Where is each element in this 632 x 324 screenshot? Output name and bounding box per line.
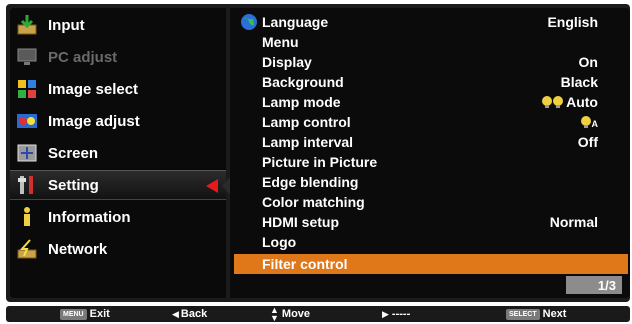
select-key-icon: SELECT <box>506 308 540 320</box>
image-select-icon <box>14 77 40 101</box>
lamp-control-value: A <box>580 115 598 129</box>
setting-row-color-matching[interactable]: Color matching <box>234 192 628 212</box>
setting-row-background[interactable]: Background Black <box>234 72 628 92</box>
lamp-icon <box>541 95 565 109</box>
hint-move: ▲ ▼ Move <box>270 305 311 323</box>
menu-key-icon: MENU <box>60 308 87 320</box>
up-down-arrow-icon: ▲ ▼ <box>270 305 279 323</box>
selected-arrow-icon <box>206 179 218 193</box>
hint-back: ◀ Back <box>172 308 208 320</box>
menu-item-pc-adjust[interactable]: PC adjust <box>10 42 226 72</box>
setting-submenu: Language English Menu Display On Backgro… <box>230 8 630 298</box>
setting-row-hdmi-setup[interactable]: HDMI setup Normal <box>234 212 628 232</box>
pc-adjust-icon <box>14 45 40 69</box>
setting-row-edge-blending[interactable]: Edge blending <box>234 172 628 192</box>
input-icon <box>14 13 40 37</box>
setting-row-picture-in-picture[interactable]: Picture in Picture <box>234 152 628 172</box>
guide-bar: MENU Exit ◀ Back ▲ ▼ Move ▶ ----- SELECT … <box>6 305 630 323</box>
menu-item-screen[interactable]: Screen <box>10 138 226 168</box>
image-adjust-icon <box>14 109 40 133</box>
main-menu: Input PC adjust Image select Image adjus… <box>10 8 236 298</box>
hint-next: SELECT Next <box>506 308 566 320</box>
menu-item-setting[interactable]: Setting <box>10 170 236 201</box>
setting-row-language[interactable]: Language English <box>234 12 628 32</box>
hint-exit: MENU Exit <box>60 308 110 320</box>
setting-row-filter-control[interactable]: Filter control <box>234 254 628 274</box>
menu-item-input[interactable]: Input <box>10 10 226 40</box>
setting-row-logo[interactable]: Logo <box>234 232 628 252</box>
page-indicator: 1/3 <box>566 276 622 294</box>
left-arrow-icon: ◀ <box>172 308 179 319</box>
right-arrow-icon: ▶ <box>382 308 389 319</box>
setting-row-lamp-mode[interactable]: Lamp mode Auto <box>234 92 628 112</box>
network-icon <box>14 237 40 261</box>
menu-item-information[interactable]: Information <box>10 202 226 232</box>
setting-row-display[interactable]: Display On <box>234 52 628 72</box>
hint-right: ▶ ----- <box>382 308 411 320</box>
lamp-mode-value: Auto <box>541 94 598 110</box>
globe-icon <box>240 13 258 34</box>
setting-row-lamp-interval[interactable]: Lamp interval Off <box>234 132 628 152</box>
lamp-auto-icon <box>580 115 592 129</box>
screen-icon <box>14 141 40 165</box>
menu-item-image-adjust[interactable]: Image adjust <box>10 106 226 136</box>
setting-row-lamp-control[interactable]: Lamp control A <box>234 112 628 132</box>
setting-icon <box>14 173 40 197</box>
menu-item-image-select[interactable]: Image select <box>10 74 226 104</box>
information-icon <box>14 205 40 229</box>
menu-item-network[interactable]: Network <box>10 234 226 264</box>
setting-row-menu[interactable]: Menu <box>234 32 628 52</box>
